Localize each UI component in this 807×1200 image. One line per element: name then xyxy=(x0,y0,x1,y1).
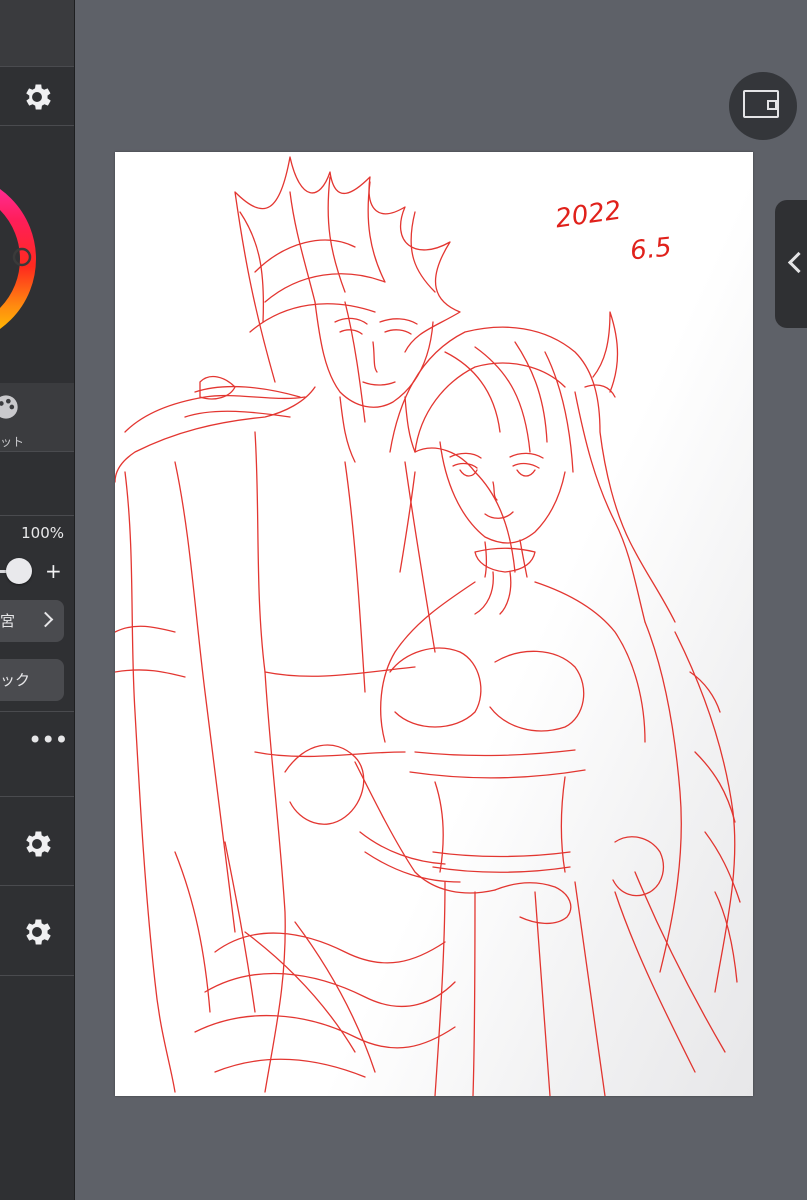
view-toggle-button[interactable] xyxy=(729,72,797,140)
brush-option-button[interactable]: ック xyxy=(0,659,64,701)
chevron-right-icon xyxy=(37,611,54,628)
annotation-date: 6.5 xyxy=(629,232,673,266)
drawing-canvas[interactable]: 2022 6.5 xyxy=(115,152,753,1096)
opacity-plus-button[interactable]: + xyxy=(45,558,62,584)
opacity-value: 100% xyxy=(21,524,64,542)
layer-settings-gear-icon[interactable] xyxy=(20,827,54,861)
brush-select-label: 宮 xyxy=(0,612,16,630)
chevron-left-icon xyxy=(787,251,807,274)
brush-option-label: ック xyxy=(0,671,30,689)
more-options-icon[interactable]: ••• xyxy=(28,728,68,752)
side-panel: ット 100% + 宮 ック ••• xyxy=(0,0,75,1200)
color-settings-gear-icon[interactable] xyxy=(20,80,54,114)
color-wheel[interactable] xyxy=(0,168,38,350)
right-drawer-tab[interactable] xyxy=(775,200,807,328)
opacity-slider-knob[interactable] xyxy=(6,558,32,584)
layer2-settings-gear-icon[interactable] xyxy=(20,915,54,949)
panel-header xyxy=(0,0,74,66)
palette-label: ット xyxy=(0,435,22,449)
brush-select-button[interactable]: 宮 xyxy=(0,600,64,642)
sketch-artwork: 2022 6.5 xyxy=(115,156,741,1096)
annotation-year: 2022 xyxy=(554,195,624,234)
view-toggle-icon xyxy=(743,90,779,118)
palette-icon xyxy=(0,395,18,419)
